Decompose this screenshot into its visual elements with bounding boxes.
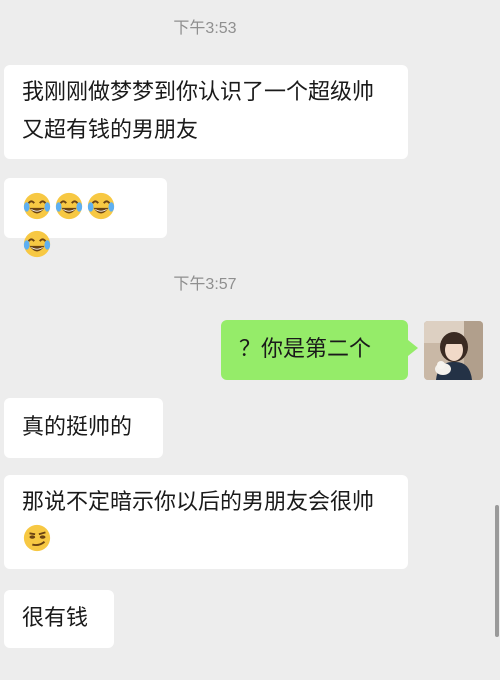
message-bubble-outgoing[interactable]: ？你是第二个	[221, 320, 418, 380]
user-avatar-photo	[424, 321, 483, 380]
tears-of-joy-emoji-icon	[23, 230, 51, 258]
smirking-face-emoji-icon	[23, 524, 51, 552]
message-bubble-incoming[interactable]	[4, 178, 167, 258]
message-bubble-incoming[interactable]: 我刚刚做梦梦到你认识了一个超级帅又超有钱的男朋友	[4, 65, 408, 159]
message-bubble-incoming[interactable]: 很有钱	[4, 590, 114, 648]
message-text: 真的挺帅的	[22, 415, 133, 440]
tears-of-joy-emoji-icon	[23, 192, 51, 220]
scrollbar-thumb[interactable]	[495, 505, 499, 637]
message-bubble-incoming[interactable]: 那说不定暗示你以后的男朋友会很帅	[4, 475, 408, 569]
message-text: 那说不定暗示你以后的男朋友会很帅	[22, 490, 375, 515]
message-text: ？你是第二个	[239, 337, 372, 362]
message-text: 很有钱	[22, 606, 89, 631]
message-bubble-incoming[interactable]: 真的挺帅的	[4, 398, 163, 458]
timestamp: 下午3:57	[173, 276, 237, 293]
message-text: 我刚刚做梦梦到你认识了一个超级帅又超有钱的男朋友	[22, 80, 375, 143]
avatar[interactable]	[424, 321, 483, 380]
tears-of-joy-emoji-icon	[87, 192, 115, 220]
timestamp: 下午3:53	[173, 20, 237, 37]
chat-message-list[interactable]: 下午3:53 我刚刚做梦梦到你认识了一个超级帅又超有钱的男朋友 下午3:57 ？…	[0, 0, 500, 680]
tears-of-joy-emoji-icon	[55, 192, 83, 220]
